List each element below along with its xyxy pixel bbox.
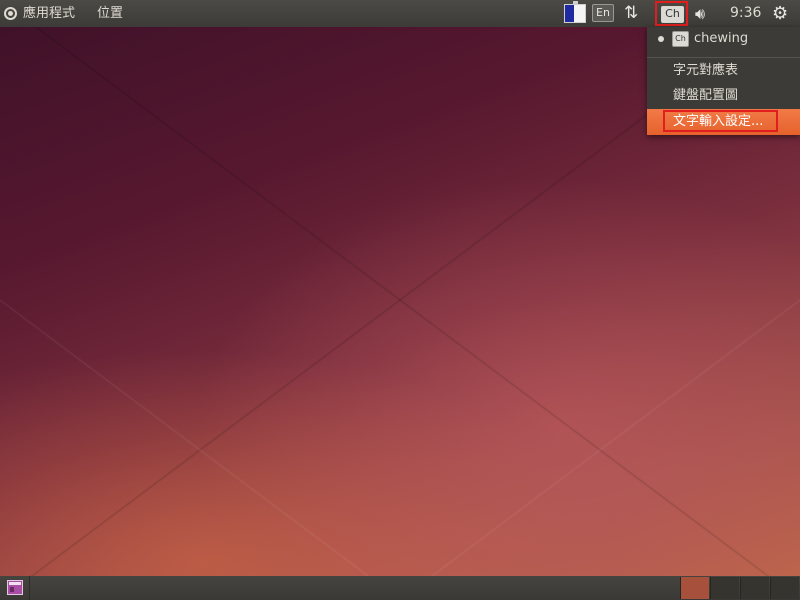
en-input-indicator[interactable]: En xyxy=(592,4,614,22)
menu-item-label: 文字輸入設定... xyxy=(673,114,764,129)
top-panel: 應用程式 位置 En ⇅ Ch 🔊︎ 9:36 ⚙ xyxy=(0,0,800,27)
menu-item-text-entry-settings[interactable]: 文字輸入設定... xyxy=(647,109,800,135)
menu-item-character-map[interactable]: 字元對應表 xyxy=(647,59,800,83)
applications-menu[interactable]: 應用程式 xyxy=(4,0,75,27)
menu-item-label: 字元對應表 xyxy=(673,63,739,78)
chewing-badge: Ch xyxy=(672,31,689,47)
bottom-panel xyxy=(0,576,800,600)
menu-separator xyxy=(647,57,800,58)
menu-item-keyboard-layout[interactable]: 鍵盤配置圖 xyxy=(647,84,800,108)
workspace-2[interactable] xyxy=(710,577,739,599)
clock[interactable]: 9:36 xyxy=(730,0,761,27)
places-menu[interactable]: 位置 xyxy=(97,0,123,27)
radio-selected-icon xyxy=(658,36,664,42)
panel-separator xyxy=(29,576,30,600)
network-arrows-icon[interactable]: ⇅ xyxy=(624,0,638,27)
menu-item-label: chewing xyxy=(694,31,749,46)
workspace-1-active[interactable] xyxy=(680,577,709,599)
ubuntu-logo-icon xyxy=(4,7,17,20)
menu-item-chewing[interactable]: Ch chewing xyxy=(647,27,800,51)
ch-input-indicator[interactable]: Ch xyxy=(655,1,688,26)
input-method-menu: Ch chewing 字元對應表 鍵盤配置圖 文字輸入設定... xyxy=(647,27,800,135)
menu-item-label: 鍵盤配置圖 xyxy=(673,88,739,103)
battery-icon[interactable] xyxy=(564,1,586,23)
volume-icon[interactable]: 🔊︎ xyxy=(695,0,705,27)
applications-menu-label: 應用程式 xyxy=(23,6,76,21)
workspace-3[interactable] xyxy=(740,577,769,599)
ch-indicator-label: Ch xyxy=(661,6,684,23)
workspace-4[interactable] xyxy=(770,577,799,599)
power-gear-icon[interactable]: ⚙ xyxy=(772,0,788,27)
show-desktop-icon[interactable] xyxy=(7,580,23,595)
